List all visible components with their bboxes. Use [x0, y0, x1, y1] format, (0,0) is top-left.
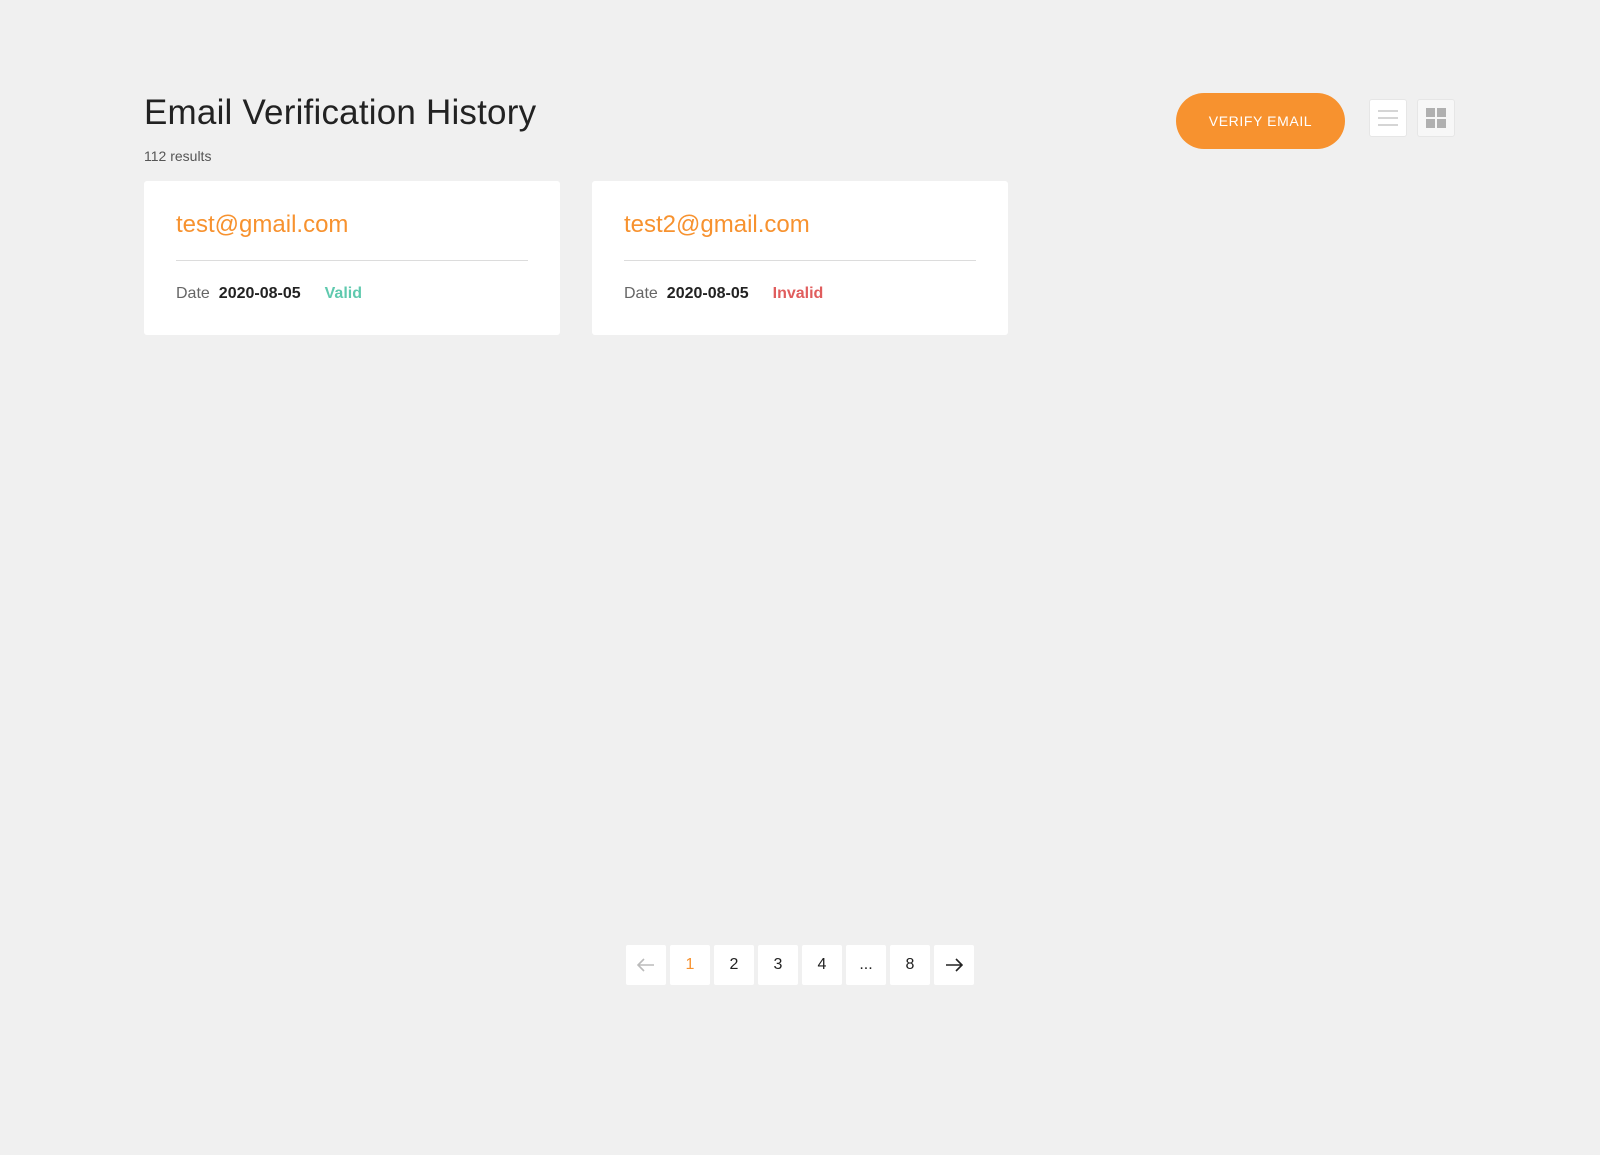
verification-card[interactable]: test@gmail.com Date 2020-08-05 Valid: [144, 181, 560, 335]
arrow-left-icon: [637, 958, 654, 972]
page-button[interactable]: 8: [890, 945, 930, 985]
page-ellipsis: ...: [846, 945, 886, 985]
verification-card[interactable]: test2@gmail.com Date 2020-08-05 Invalid: [592, 181, 1008, 335]
grid-icon: [1426, 108, 1446, 128]
results-count: 112 results: [144, 148, 212, 164]
verify-email-button[interactable]: VERIFY EMAIL: [1176, 93, 1345, 149]
next-page-button[interactable]: [934, 945, 974, 985]
list-view-toggle[interactable]: [1369, 99, 1407, 137]
date-label: Date: [624, 285, 658, 302]
status-badge: Valid: [324, 285, 362, 302]
page-button[interactable]: 2: [714, 945, 754, 985]
card-meta: Date 2020-08-05 Invalid: [624, 285, 976, 303]
card-email[interactable]: test@gmail.com: [176, 210, 348, 240]
page-button[interactable]: 1: [670, 945, 710, 985]
page-button[interactable]: 3: [758, 945, 798, 985]
grid-view-toggle[interactable]: [1417, 99, 1455, 137]
arrow-right-icon: [946, 958, 963, 972]
status-badge: Invalid: [772, 285, 824, 302]
page-title: Email Verification History: [144, 93, 537, 132]
card-meta: Date 2020-08-05 Valid: [176, 285, 528, 303]
page-header: Email Verification History 112 results: [144, 92, 536, 164]
date-value: 2020-08-05: [218, 285, 301, 302]
pagination: 1 2 3 4 ... 8: [626, 945, 974, 985]
list-icon: [1378, 110, 1398, 126]
card-divider: [176, 260, 528, 261]
date-value: 2020-08-05: [666, 285, 749, 302]
prev-page-button[interactable]: [626, 945, 666, 985]
card-email[interactable]: test2@gmail.com: [624, 210, 810, 240]
card-divider: [624, 260, 976, 261]
page-button[interactable]: 4: [802, 945, 842, 985]
date-label: Date: [176, 285, 210, 302]
